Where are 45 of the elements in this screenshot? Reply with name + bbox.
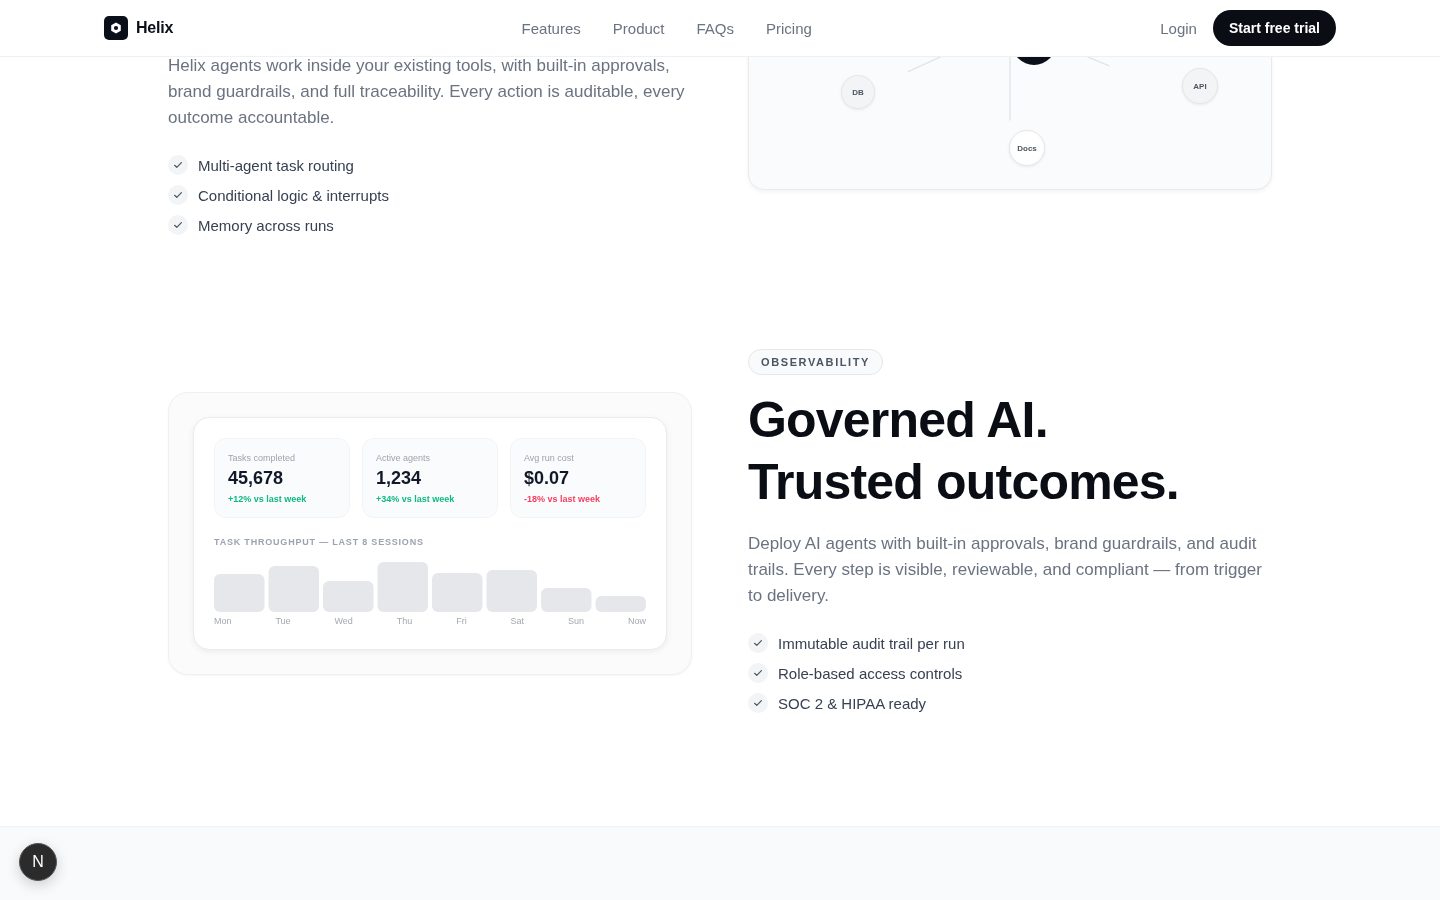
- diagram-node: DB: [841, 75, 875, 109]
- axis-label: Fri: [456, 616, 467, 627]
- axis-label: Sun: [568, 616, 585, 627]
- check-icon: [168, 155, 188, 175]
- section-heading: Governed AI. Trusted outcomes.: [748, 391, 1179, 512]
- check-icon: [748, 663, 768, 683]
- nav-link[interactable]: Pricing: [766, 19, 812, 37]
- stat-value: 45,678: [228, 467, 284, 489]
- check-icon: [748, 633, 768, 653]
- axis-label: Mon: [214, 616, 232, 627]
- axis-label: Now: [627, 616, 646, 627]
- axis-label: Tue: [275, 616, 291, 627]
- stat-value: 1,234: [376, 467, 422, 489]
- feature-text: Role-based access controls: [778, 664, 963, 682]
- nav-link[interactable]: Product: [612, 19, 665, 37]
- nav-link[interactable]: FAQs: [696, 19, 735, 37]
- stat-value: $0.07: [524, 467, 570, 489]
- diagram-node: Docs: [1009, 130, 1045, 166]
- axis-label: Thu: [396, 616, 413, 627]
- login-link[interactable]: Login: [1160, 19, 1197, 37]
- stat-change: -18% vs last week: [524, 493, 601, 505]
- feature-text: SOC 2 & HIPAA ready: [778, 694, 927, 712]
- start-trial-button[interactable]: Start free trial: [1212, 10, 1336, 46]
- stat-change: +34% vs last week: [376, 493, 455, 505]
- stat-label: Active agents: [376, 452, 431, 464]
- chart-title: TASK THROUGHPUT — LAST 8 SESSIONS: [214, 536, 425, 548]
- nav-link[interactable]: Features: [521, 19, 581, 37]
- diagram-node: API: [1182, 68, 1218, 104]
- check-icon: [748, 693, 768, 713]
- axis-label: Sat: [510, 616, 525, 627]
- check-icon: [168, 215, 188, 235]
- section-description: Helix agents work inside your existing tools, with built-in approvals, brand guardrails, and full traceability. Every action is auditable, every outcome accountable.: [168, 57, 686, 129]
- axis-label: Wed: [334, 616, 353, 627]
- stat-label: Avg run cost: [524, 452, 574, 464]
- feature-text: Memory across runs: [198, 216, 334, 234]
- feature-text: Multi-agent task routing: [198, 156, 354, 174]
- logo-icon: [104, 16, 128, 40]
- brand-name: Helix: [136, 19, 174, 37]
- stat-change: +12% vs last week: [228, 493, 307, 505]
- stat-label: Tasks completed: [228, 452, 296, 464]
- feature-text: Conditional logic & interrupts: [198, 186, 389, 204]
- feature-text: Immutable audit trail per run: [778, 634, 965, 652]
- section-description: Deploy AI agents with built-in approvals, brand guardrails, and audit trails. Every step is visible, reviewable, and compliant — from trigger to delivery.: [748, 533, 1263, 607]
- section-badge: OBSERVABILITY: [748, 349, 883, 375]
- check-icon: [168, 185, 188, 205]
